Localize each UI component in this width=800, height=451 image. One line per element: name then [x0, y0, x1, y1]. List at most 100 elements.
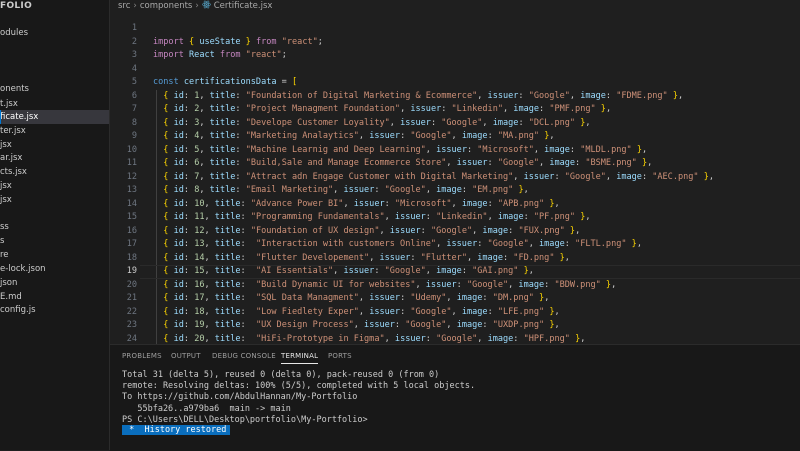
line-number: 11 — [126, 158, 137, 168]
line-number: 6 — [131, 90, 137, 101]
sidebar-item[interactable]: ss — [0, 220, 109, 234]
panel-tab-terminal[interactable]: TERMINAL — [281, 351, 319, 364]
line-number: 22 — [126, 306, 137, 317]
breadcrumb-file[interactable]: Certificate.jsx — [214, 1, 273, 11]
code-line[interactable]: 1 — [110, 22, 800, 36]
line-number: 8 — [131, 117, 137, 128]
breadcrumb-components[interactable]: components — [140, 1, 193, 11]
breadcrumb-src[interactable]: src — [118, 1, 130, 11]
line-text: { id: 10, title: "Advance Power BI", iss… — [163, 198, 560, 209]
sidebar-item[interactable]: E.md — [0, 290, 109, 304]
history-restored-badge: * History restored — [122, 425, 231, 435]
sidebar-item[interactable]: jsx — [0, 193, 109, 207]
sidebar-item[interactable]: ar.jsx — [0, 151, 109, 165]
terminal-line: To https://github.com/AbdulHannan/My-Por… — [122, 392, 358, 403]
code-line[interactable]: 3 import React from "react"; — [110, 49, 800, 63]
code-line[interactable]: 11 { id: 6, title: "Build,Sale and Manag… — [110, 157, 800, 171]
line-text: { id: 13, title: "Interaction with custo… — [163, 239, 642, 249]
sidebar-item[interactable]: ficate.jsx — [0, 110, 109, 124]
line-number: 17 — [126, 239, 137, 249]
panel-tab-debug-console[interactable]: DEBUG CONSOLE — [212, 351, 276, 361]
code-line[interactable]: 16 { id: 12, title: "Foundation of UX de… — [110, 225, 800, 239]
sidebar-item[interactable]: cts.jsx — [0, 165, 109, 179]
line-text: { id: 4, title: "Marketing Analaytics", … — [163, 131, 555, 141]
code-line[interactable]: 7 { id: 2, title: "Project Managment Fou… — [110, 103, 800, 117]
terminal-line: Total 31 (delta 5), reused 0 (delta 0), … — [122, 370, 440, 380]
sidebar-item[interactable]: json — [0, 276, 109, 290]
line-text: import React from "react"; — [153, 50, 287, 60]
sidebar-item[interactable]: jsx — [0, 138, 109, 152]
sidebar-item[interactable]: e-lock.json — [0, 262, 109, 276]
line-text: { id: 16, title: "Build Dynamic UI for w… — [163, 279, 617, 290]
line-text: { id: 17, title: "SQL Data Managment", i… — [163, 293, 550, 303]
line-number: 7 — [131, 104, 137, 114]
line-text: { id: 7, title: "Attract adn Engage Cust… — [163, 171, 715, 182]
code-line[interactable]: 17 { id: 13, title: "Interaction with cu… — [110, 238, 800, 252]
code-line[interactable]: 22 { id: 18, title: "Low Fiedlety Exper"… — [110, 306, 800, 320]
line-text: { id: 14, title: "Flutter Developement",… — [163, 252, 570, 263]
sidebar-item[interactable]: ter.jsx — [0, 124, 109, 138]
breadcrumb: src › components › Certificate.jsx — [118, 0, 272, 13]
line-text: { id: 12, title: "Foundation of UX desig… — [163, 225, 581, 236]
line-number: 2 — [131, 36, 137, 47]
line-number: 1 — [131, 23, 137, 33]
line-number: 5 — [131, 77, 137, 87]
line-number: 24 — [126, 333, 137, 344]
line-number: 14 — [126, 198, 137, 209]
bottom-panel: PROBLEMS OUTPUT DEBUG CONSOLE TERMINAL PORTS… — [110, 344, 800, 451]
line-number: 18 — [126, 252, 137, 263]
sidebar-item[interactable]: onents — [0, 82, 109, 96]
panel-tab-ports[interactable]: PORTS — [328, 351, 352, 361]
line-text: import { useState } from "react"; — [153, 36, 323, 47]
sidebar-item[interactable]: re — [0, 248, 109, 262]
code-line[interactable]: 13 { id: 8, title: "Email Marketing", is… — [110, 184, 800, 198]
panel-tab-problems[interactable]: PROBLEMS — [122, 351, 162, 361]
code-line[interactable]: 15 { id: 11, title: "Programming Fundame… — [110, 211, 800, 225]
chevron-right-icon: › — [133, 1, 137, 11]
chevron-right-icon: › — [195, 1, 199, 11]
line-number: 19 — [126, 266, 137, 276]
line-text: { id: 15, title: "AI Essentials", issuer… — [163, 266, 534, 276]
react-file-icon — [201, 0, 211, 9]
code-line[interactable]: 21 { id: 17, title: "SQL Data Managment"… — [110, 292, 800, 306]
line-number: 16 — [126, 225, 137, 236]
code-line[interactable]: 20 { id: 16, title: "Build Dynamic UI fo… — [110, 279, 800, 293]
line-number: 4 — [131, 63, 137, 74]
sidebar-item[interactable]: config.js — [0, 303, 109, 317]
code-line[interactable]: 8 { id: 3, title: "Develope Customer Loy… — [110, 117, 800, 131]
code-line[interactable]: 24 { id: 20, title: "HiFi-Prototype in F… — [110, 333, 800, 345]
sidebar-item[interactable]: jsx — [0, 179, 109, 193]
sidebar-item[interactable]: t.jsx — [0, 97, 109, 111]
code-line[interactable]: 12 { id: 7, title: "Attract adn Engage C… — [110, 171, 800, 185]
code-line[interactable]: 6 { id: 1, title: "Foundation of Digital… — [110, 90, 800, 104]
line-text: { id: 19, title: "UX Design Process", is… — [163, 320, 560, 330]
code-line[interactable]: 4 — [110, 63, 800, 77]
line-number: 12 — [126, 171, 137, 182]
code-line[interactable]: 10 { id: 5, title: "Machine Learnig and … — [110, 144, 800, 158]
line-text: { id: 5, title: "Machine Learnig and Dee… — [163, 144, 648, 155]
line-text: { id: 11, title: "Programming Fundamenta… — [163, 212, 591, 222]
terminal-line: remote: Resolving deltas: 100% (5/5), co… — [122, 381, 476, 392]
line-number: 10 — [126, 144, 137, 155]
line-text: { id: 6, title: "Build,Sale and Manage E… — [163, 158, 653, 168]
code-line[interactable]: 5 const certificationsData = [ — [110, 76, 800, 90]
code-line[interactable]: 19 { id: 15, title: "AI Essentials", iss… — [110, 265, 800, 279]
code-line[interactable]: 9 { id: 4, title: "Marketing Analaytics"… — [110, 130, 800, 144]
line-number: 3 — [131, 50, 137, 60]
line-number: 9 — [131, 131, 137, 141]
code-line[interactable]: 2 import { useState } from "react"; — [110, 36, 800, 50]
code-line[interactable]: 23 { id: 19, title: "UX Design Process",… — [110, 319, 800, 333]
line-text: { id: 1, title: "Foundation of Digital M… — [163, 90, 684, 101]
code-line[interactable]: 18 { id: 14, title: "Flutter Developemen… — [110, 252, 800, 266]
explorer-sidebar: FOLIO odules onents t.jsx ficate.jsx ter.jsx… — [0, 0, 110, 450]
explorer-title: FOLIO — [0, 1, 33, 11]
terminal-line: 55bfa26..a979ba6 main -> main — [122, 403, 291, 414]
panel-tab-output[interactable]: OUTPUT — [171, 351, 201, 361]
sidebar-item[interactable]: s — [0, 234, 109, 248]
code-line[interactable]: 14 { id: 10, title: "Advance Power BI", … — [110, 198, 800, 212]
panel-tabs: PROBLEMS OUTPUT DEBUG CONSOLE TERMINAL PORTS — [110, 345, 800, 367]
line-text: const certificationsData = [ — [153, 77, 298, 87]
line-text: { id: 20, title: "HiFi-Prototype in Figm… — [163, 333, 586, 344]
sidebar-item[interactable]: odules — [0, 26, 109, 40]
code-editor[interactable]: src › components › Certificate.jsx 1 2 import … — [110, 0, 800, 344]
